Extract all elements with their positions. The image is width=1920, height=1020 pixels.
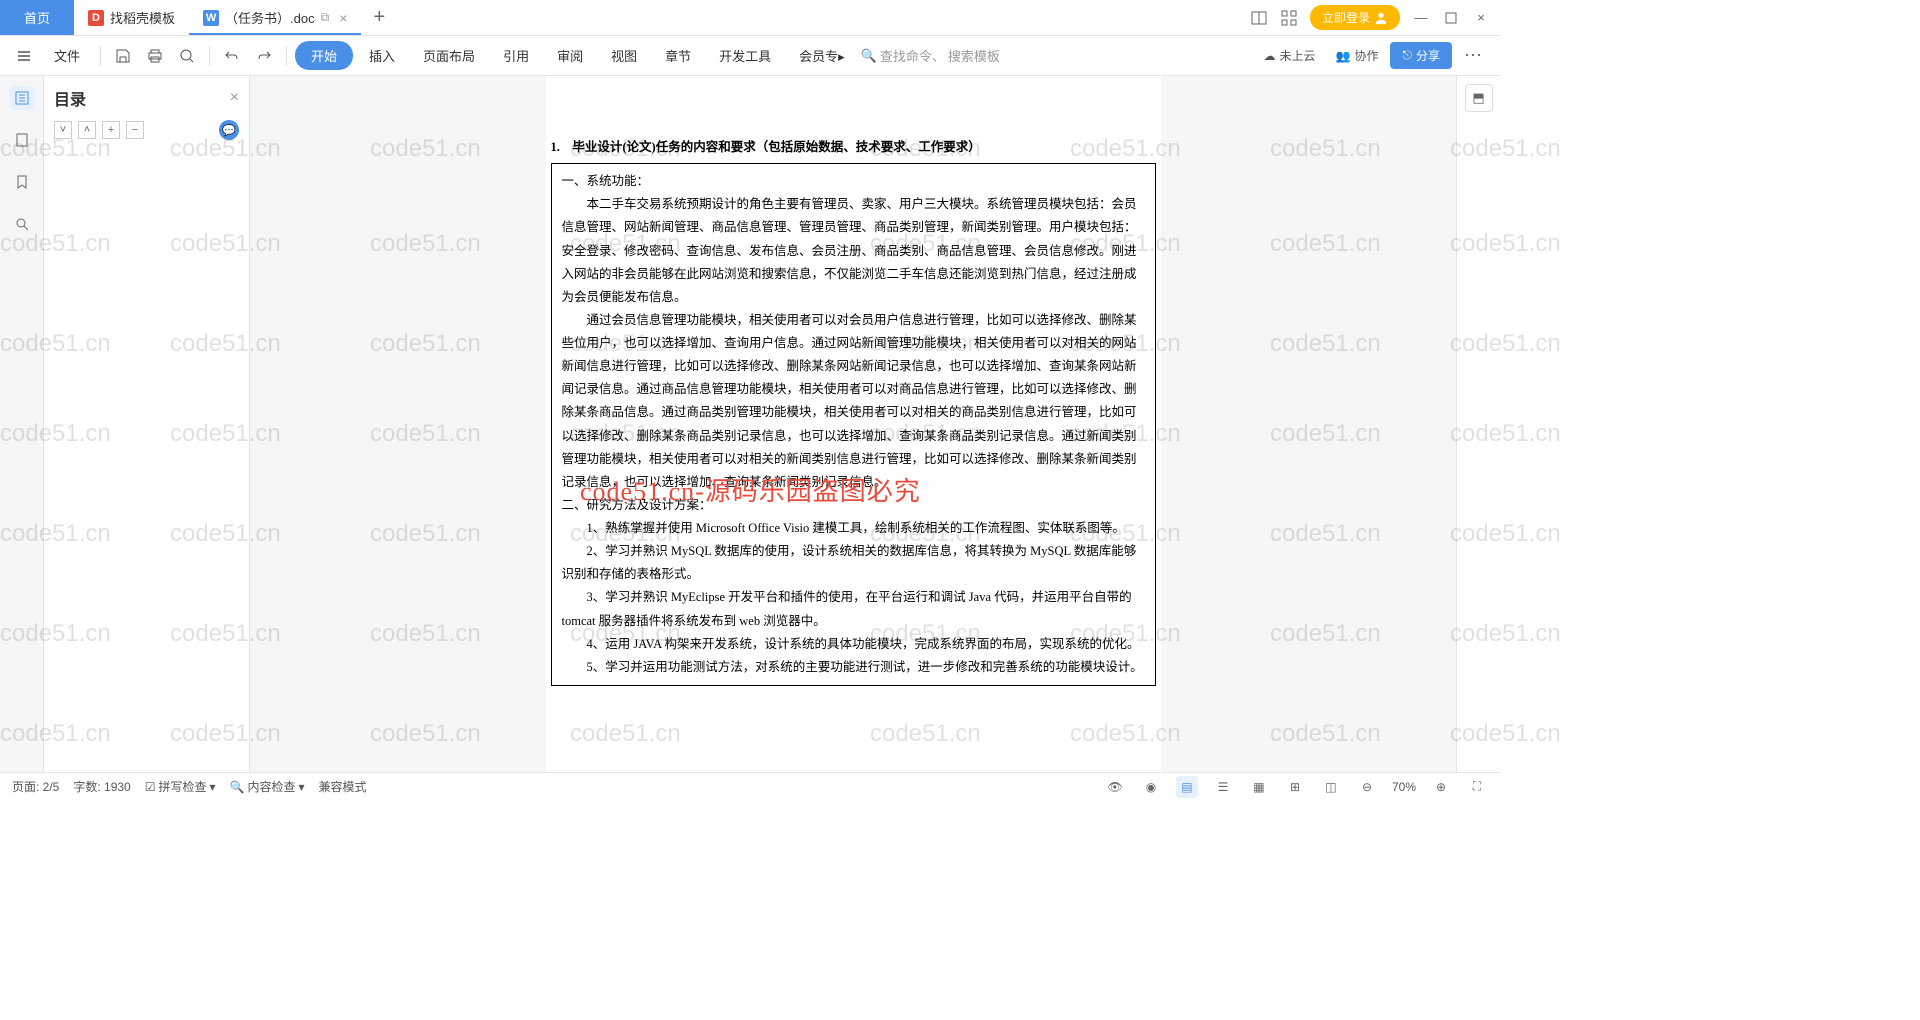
hamburger-icon[interactable]: [10, 42, 38, 70]
reading-view-icon[interactable]: ▦: [1248, 776, 1270, 798]
new-tab-button[interactable]: +: [361, 0, 397, 35]
docer-icon: D: [88, 10, 104, 26]
outline-remove-icon[interactable]: −: [126, 121, 144, 139]
tab-home[interactable]: 首页: [0, 0, 74, 35]
focus-icon[interactable]: ◉: [1140, 776, 1162, 798]
menu-devtools[interactable]: 开发工具: [707, 41, 783, 70]
menu-file[interactable]: 文件: [42, 41, 92, 70]
content-check[interactable]: 🔍内容检查 ▾: [230, 778, 305, 795]
zoom-level[interactable]: 70%: [1392, 780, 1416, 794]
command-search[interactable]: 🔍查找命令、搜索模板: [861, 46, 1000, 65]
close-window-icon[interactable]: ×: [1472, 9, 1490, 27]
doc-box: 一、系统功能： 本二手车交易系统预期设计的角色主要有管理员、卖家、用户三大模块。…: [551, 163, 1156, 686]
compat-mode[interactable]: 兼容模式: [319, 778, 367, 795]
menu-start[interactable]: 开始: [295, 41, 353, 70]
document-area[interactable]: 1. 毕业设计(论文)任务的内容和要求（包括原始数据、技术要求、工作要求） 一、…: [250, 76, 1456, 772]
main: 目录 × ˅ ˄ + − 💬 1. 毕业设计(论文)任务的内容和要求（包括原始数…: [0, 76, 1500, 772]
minimize-icon[interactable]: —: [1412, 9, 1430, 27]
maximize-icon[interactable]: [1442, 9, 1460, 27]
menu-view[interactable]: 视图: [599, 41, 649, 70]
statusbar: 页面: 2/5 字数: 1930 ☑拼写检查 ▾ 🔍内容检查 ▾ 兼容模式 👁 …: [0, 772, 1500, 800]
document-page: 1. 毕业设计(论文)任务的内容和要求（包括原始数据、技术要求、工作要求） 一、…: [546, 76, 1161, 772]
s2-5: 5、学习并运用功能测试方法，对系统的主要功能进行测试，进一步修改和完善系统的功能…: [562, 656, 1145, 679]
outline-collapse-icon[interactable]: ˄: [78, 121, 96, 139]
s2-1: 1、熟练掌握并使用 Microsoft Office Visio 建模工具，绘制…: [562, 517, 1145, 540]
s1-title: 一、系统功能：: [562, 170, 1145, 193]
tab-template-label: 找稻壳模板: [110, 8, 175, 27]
layout-icon[interactable]: [1250, 9, 1268, 27]
grid-icon[interactable]: [1280, 9, 1298, 27]
right-sidebar: ⬒: [1456, 76, 1500, 772]
outline-add-icon[interactable]: +: [102, 121, 120, 139]
close-panel-icon[interactable]: ×: [230, 89, 239, 107]
s2-4: 4、运用 JAVA 构架来开发系统，设计系统的具体功能模块，完成系统界面的布局，…: [562, 633, 1145, 656]
tab-document[interactable]: W （任务书）.doc ⧉ ×: [189, 0, 361, 35]
spell-check[interactable]: ☑拼写检查 ▾: [145, 778, 216, 795]
cloud-status[interactable]: ☁未上云: [1256, 43, 1324, 68]
s1-p1: 本二手车交易系统预期设计的角色主要有管理员、卖家、用户三大模块。系统管理员模块包…: [562, 193, 1145, 309]
titlebar: 首页 D 找稻壳模板 W （任务书）.doc ⧉ × + 立即登录 — ×: [0, 0, 1500, 36]
undo-icon[interactable]: [218, 42, 246, 70]
menu-insert[interactable]: 插入: [357, 41, 407, 70]
s2-3: 3、学习并熟识 MyEclipse 开发平台和插件的使用，在平台运行和调试 Ja…: [562, 586, 1145, 632]
chat-icon[interactable]: 💬: [219, 120, 239, 140]
thumbnail-nav-icon[interactable]: [10, 128, 34, 152]
print-icon[interactable]: [141, 42, 169, 70]
page-indicator[interactable]: 页面: 2/5: [12, 778, 59, 795]
word-doc-icon: W: [203, 10, 219, 26]
duplicate-tab-icon[interactable]: ⧉: [321, 10, 330, 25]
print-preview-icon[interactable]: [173, 42, 201, 70]
coop-button[interactable]: 👥协作: [1328, 43, 1387, 68]
word-count[interactable]: 字数: 1930: [73, 778, 130, 795]
redo-icon[interactable]: [250, 42, 278, 70]
close-tab-icon[interactable]: ×: [339, 10, 347, 26]
menu-member[interactable]: 会员专▸: [787, 41, 857, 70]
doc-heading: 1. 毕业设计(论文)任务的内容和要求（包括原始数据、技术要求、工作要求）: [551, 136, 1156, 159]
share-button[interactable]: ⎋分享: [1390, 42, 1452, 69]
task-pane-icon[interactable]: ◫: [1320, 776, 1342, 798]
menu-layout[interactable]: 页面布局: [411, 41, 487, 70]
tab-document-label: （任务书）.doc: [225, 8, 315, 27]
zoom-in-icon[interactable]: ⊕: [1430, 776, 1452, 798]
s2-2: 2、学习并熟识 MySQL 数据库的使用，设计系统相关的数据库信息，将其转换为 …: [562, 540, 1145, 586]
window-controls: 立即登录 — ×: [1240, 0, 1500, 35]
outline-view-icon[interactable]: ☰: [1212, 776, 1234, 798]
right-panel-toggle-icon[interactable]: ⬒: [1465, 84, 1493, 112]
outline-nav-icon[interactable]: [10, 86, 34, 110]
web-view-icon[interactable]: ⊞: [1284, 776, 1306, 798]
menu-ref[interactable]: 引用: [491, 41, 541, 70]
eye-icon[interactable]: 👁: [1104, 776, 1126, 798]
page-view-icon[interactable]: ▤: [1176, 776, 1198, 798]
s2-title: 二、研究方法及设计方案：: [562, 494, 1145, 517]
left-sidebar: [0, 76, 44, 772]
s1-p2: 通过会员信息管理功能模块，相关使用者可以对会员用户信息进行管理，比如可以选择修改…: [562, 309, 1145, 494]
zoom-out-icon[interactable]: ⊖: [1356, 776, 1378, 798]
more-menu-icon[interactable]: ⋯: [1456, 45, 1490, 66]
menu-chapter[interactable]: 章节: [653, 41, 703, 70]
outline-title: 目录: [54, 86, 86, 110]
search-nav-icon[interactable]: [10, 212, 34, 236]
login-button[interactable]: 立即登录: [1310, 5, 1400, 30]
bookmark-nav-icon[interactable]: [10, 170, 34, 194]
outline-expand-icon[interactable]: ˅: [54, 121, 72, 139]
fullscreen-icon[interactable]: ⛶: [1466, 776, 1488, 798]
save-icon[interactable]: [109, 42, 137, 70]
tab-template[interactable]: D 找稻壳模板: [74, 0, 189, 35]
menu-review[interactable]: 审阅: [545, 41, 595, 70]
login-label: 立即登录: [1322, 9, 1370, 26]
menubar: 文件 开始 插入 页面布局 引用 审阅 视图 章节 开发工具 会员专▸ 🔍查找命…: [0, 36, 1500, 76]
tabs: 首页 D 找稻壳模板 W （任务书）.doc ⧉ × +: [0, 0, 1240, 35]
outline-panel: 目录 × ˅ ˄ + − 💬: [44, 76, 250, 772]
tab-home-label: 首页: [24, 8, 50, 27]
